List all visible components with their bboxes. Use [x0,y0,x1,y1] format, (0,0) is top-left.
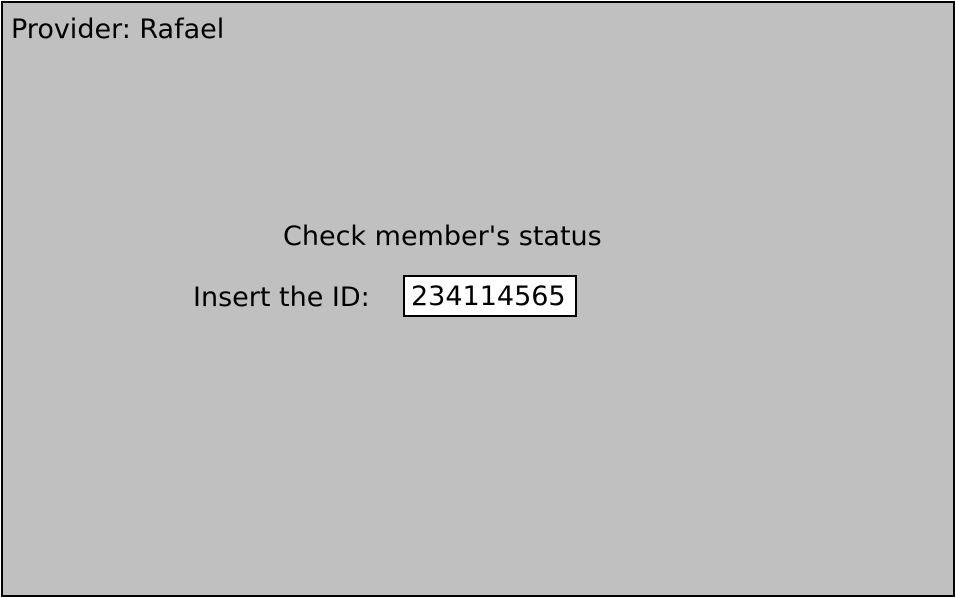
page-title: Check member's status [283,221,602,252]
member-id-input[interactable] [403,275,577,317]
member-id-label: Insert the ID: [193,282,370,313]
provider-label: Provider: Rafael [11,14,225,45]
main-panel: Provider: Rafael Check member's status I… [1,1,955,597]
